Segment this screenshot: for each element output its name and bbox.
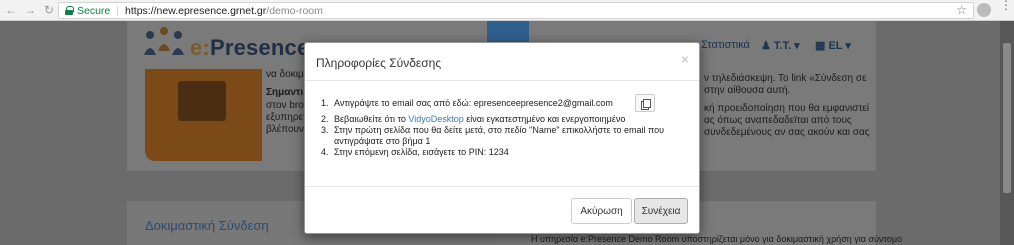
- bg-text-right-4: ας όπως αναπεδαδεϊται από τους: [704, 115, 852, 126]
- back-icon[interactable]: ←: [3, 2, 19, 18]
- step-text: είναι εγκατεστημένο και ενεργοποιημένο: [463, 114, 626, 124]
- bg-text-left-3: στον bro: [266, 100, 304, 111]
- lock-icon: [65, 6, 74, 15]
- nav-statistics[interactable]: Στατιστικά: [701, 39, 750, 51]
- bg-text-bottom: Η υπηρεσία e:Presence Demo Room υποστηρί…: [531, 234, 903, 244]
- bg-text-left-4: εξυπηρετ: [266, 112, 307, 123]
- cancel-button[interactable]: Ακύρωση: [571, 198, 632, 224]
- step-text: Αντιγράψτε το email σας από εδώ: epresen…: [334, 98, 613, 108]
- extension-icon[interactable]: [977, 3, 991, 17]
- bg-text-right-5: συνδεδεμένους αν σας ακούν και σας: [704, 127, 870, 138]
- address-bar[interactable]: Secure | https://new.epresence.grnet.gr /…: [58, 2, 974, 19]
- forward-icon[interactable]: →: [22, 2, 38, 18]
- page-scrollbar[interactable]: [1000, 21, 1014, 245]
- url-path: /demo-room: [266, 4, 323, 17]
- presentation-icon: [178, 81, 226, 121]
- bg-text-right-1: ν τηλεδιάσκεψη. Το link «Σύνδεση σε: [704, 73, 867, 84]
- step-number: 1.: [321, 98, 329, 108]
- test-connection-title: Δοκιμαστική Σύνδεση: [145, 218, 269, 233]
- step-text: Στην επόμενη σελίδα, εισάγετε το PIN: 12…: [334, 147, 509, 157]
- step-vidyo: 2. Βεβαιωθείτε ότι το VidyoDesktop είναι…: [321, 114, 691, 125]
- step-text: Στην πρώτη σελίδα που θα δείτε μετά, στο…: [334, 125, 665, 146]
- dialog-footer: Ακύρωση Συνέχεια: [305, 186, 699, 234]
- dialog-title: Πληροφορίες Σύνδεσης: [316, 56, 442, 70]
- bookmark-star-icon[interactable]: ☆: [956, 3, 967, 17]
- nav-language-menu[interactable]: ▦ EL ▾: [815, 39, 851, 52]
- vidyodesktop-link[interactable]: VidyoDesktop: [408, 114, 463, 124]
- step-number: 4.: [321, 147, 329, 157]
- continue-button[interactable]: Συνέχεια: [634, 198, 688, 224]
- reload-icon[interactable]: ↻: [41, 2, 57, 18]
- address-separator: |: [116, 4, 120, 17]
- logo-text[interactable]: e:Presence: [190, 35, 309, 61]
- secure-label: Secure: [77, 4, 111, 17]
- url-host: https://new.epresence.grnet.gr: [125, 4, 267, 17]
- nav-user-menu[interactable]: ♟ T.T. ▾: [761, 39, 800, 52]
- bg-text-right-3: κή προειδοποίηση που θα εμφανιστεί: [704, 103, 869, 114]
- bg-text-left-1: να δοκιμ: [266, 69, 304, 80]
- copy-icon: [640, 98, 651, 110]
- bg-text-left-5: βλέπουν: [266, 124, 304, 135]
- dialog-body: 1. Αντιγράψτε το email σας από εδώ: epre…: [305, 81, 699, 186]
- logo-figures-icon: [144, 27, 184, 55]
- connection-info-dialog: Πληροφορίες Σύνδεσης × 1. Αντιγράψτε το …: [304, 42, 700, 234]
- bg-text-right-2: στην αίθουσα αυτή.: [704, 85, 791, 96]
- copy-email-button[interactable]: [635, 94, 655, 112]
- instruction-list: 1. Αντιγράψτε το email σας από εδώ: epre…: [321, 94, 691, 158]
- scrollbar-thumb[interactable]: [1003, 43, 1011, 193]
- close-icon[interactable]: ×: [681, 51, 689, 67]
- bg-text-left-bold: Σημαντι: [266, 87, 304, 98]
- dialog-header: Πληροφορίες Σύνδεσης ×: [305, 43, 699, 81]
- step-enter-pin: 4. Στην επόμενη σελίδα, εισάγετε το PIN:…: [321, 147, 691, 158]
- step-paste-name: 3. Στην πρώτη σελίδα που θα δείτε μετά, …: [321, 125, 691, 147]
- browser-toolbar: ← → ↻ Secure | https://new.epresence.grn…: [0, 0, 1014, 21]
- browser-menu-icon[interactable]: ⋮: [1000, 0, 1012, 11]
- step-number: 2.: [321, 114, 329, 124]
- step-text: Βεβαιωθείτε ότι το: [334, 114, 409, 124]
- step-copy-email: 1. Αντιγράψτε το email σας από εδώ: epre…: [321, 94, 691, 114]
- step-number: 3.: [321, 125, 329, 135]
